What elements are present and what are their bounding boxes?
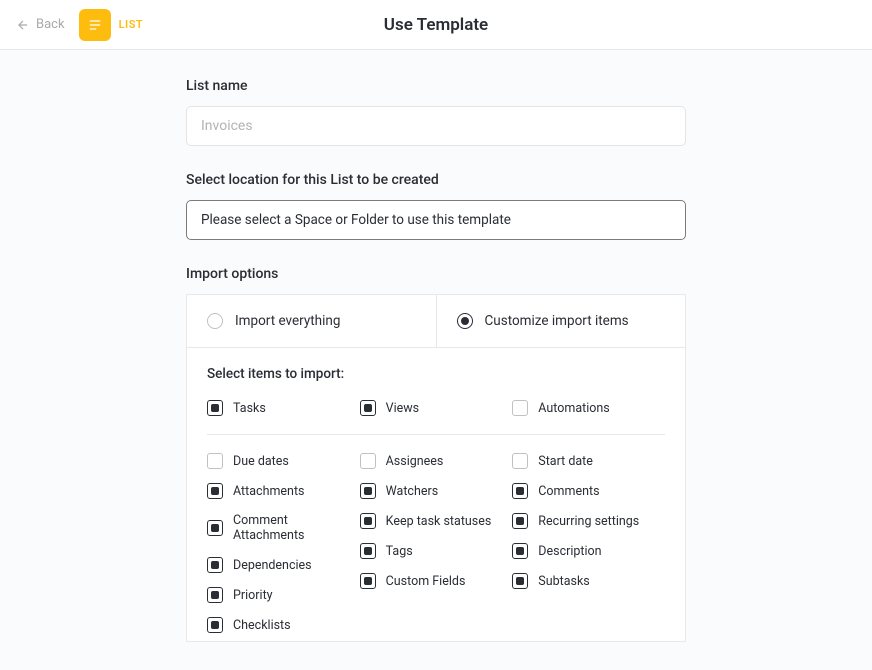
radio-custom-label: Customize import items <box>485 313 629 329</box>
checkbox-attachments[interactable]: Attachments <box>207 483 360 499</box>
items-box: Select items to import: Tasks Views Automa… <box>186 348 686 642</box>
checkbox-box <box>207 400 223 416</box>
checkbox-checklists[interactable]: Checklists <box>207 617 360 633</box>
list-icon <box>87 17 103 33</box>
topbar: Back LIST Use Template <box>0 0 872 50</box>
checkbox-recurring[interactable]: Recurring settings <box>512 513 665 529</box>
checkbox-label: Due dates <box>233 454 289 469</box>
content: List name Select location for this List … <box>186 50 686 670</box>
checkbox-label: Comments <box>538 484 599 499</box>
checkbox-watchers[interactable]: Watchers <box>360 483 513 499</box>
checkbox-box <box>512 453 528 469</box>
checkbox-subtasks[interactable]: Subtasks <box>512 573 665 589</box>
checkbox-box <box>360 513 376 529</box>
checkbox-box <box>512 513 528 529</box>
list-name-input[interactable] <box>186 106 686 146</box>
items-grid: Due dates Attachments Comment Attachments D… <box>207 453 665 633</box>
checkbox-label: Subtasks <box>538 574 589 589</box>
checkbox-label: Tags <box>386 544 413 559</box>
column-a: Due dates Attachments Comment Attachments D… <box>207 453 360 633</box>
checkbox-customfields[interactable]: Custom Fields <box>360 573 513 589</box>
checkbox-box <box>512 573 528 589</box>
checkbox-duedates[interactable]: Due dates <box>207 453 360 469</box>
arrow-left-icon <box>16 18 30 32</box>
back-button[interactable]: Back <box>16 17 65 32</box>
checkbox-label: Attachments <box>233 484 305 499</box>
top-row: Tasks Views Automations <box>207 400 665 435</box>
radio-circle <box>457 313 473 329</box>
checkbox-priority[interactable]: Priority <box>207 587 360 603</box>
badge-text: LIST <box>119 18 144 31</box>
page-title: Use Template <box>384 15 488 35</box>
radio-circle <box>207 313 223 329</box>
checkbox-box <box>207 453 223 469</box>
import-section: Import options Import everything Customi… <box>186 266 686 642</box>
checkbox-label: Start date <box>538 454 593 469</box>
checkbox-label: Watchers <box>386 484 439 499</box>
checkbox-box <box>360 543 376 559</box>
checkbox-comments[interactable]: Comments <box>512 483 665 499</box>
checkbox-tasks[interactable]: Tasks <box>207 400 360 416</box>
location-section: Select location for this List to be crea… <box>186 172 686 240</box>
checkbox-box <box>360 573 376 589</box>
checkbox-box <box>207 483 223 499</box>
list-badge <box>79 9 111 41</box>
badge-wrap: LIST <box>79 9 144 41</box>
checkbox-tags[interactable]: Tags <box>360 543 513 559</box>
checkbox-box <box>360 400 376 416</box>
checkbox-label: Dependencies <box>233 558 312 573</box>
checkbox-label: Checklists <box>233 618 291 633</box>
checkbox-label: Automations <box>538 401 609 416</box>
checkbox-views[interactable]: Views <box>360 400 513 416</box>
checkbox-box <box>512 543 528 559</box>
select-items-label: Select items to import: <box>207 366 665 382</box>
import-label: Import options <box>186 266 686 282</box>
checkbox-label: Keep task statuses <box>386 514 492 529</box>
location-select[interactable]: Please select a Space or Folder to use t… <box>186 200 686 240</box>
checkbox-label: Description <box>538 544 601 559</box>
radio-import-all[interactable]: Import everything <box>187 295 436 347</box>
radio-import-custom[interactable]: Customize import items <box>436 295 686 347</box>
checkbox-label: Priority <box>233 588 273 603</box>
location-label: Select location for this List to be crea… <box>186 172 686 188</box>
checkbox-box <box>360 453 376 469</box>
checkbox-dependencies[interactable]: Dependencies <box>207 557 360 573</box>
checkbox-label: Views <box>386 401 419 416</box>
list-name-label: List name <box>186 78 686 94</box>
checkbox-label: Recurring settings <box>538 514 639 529</box>
checkbox-description[interactable]: Description <box>512 543 665 559</box>
list-name-section: List name <box>186 78 686 146</box>
checkbox-box <box>207 520 223 536</box>
column-b: Assignees Watchers Keep task statuses Tags C… <box>360 453 513 633</box>
checkbox-label: Tasks <box>233 401 266 416</box>
checkbox-startdate[interactable]: Start date <box>512 453 665 469</box>
radio-all-label: Import everything <box>235 313 340 329</box>
checkbox-commentattach[interactable]: Comment Attachments <box>207 513 360 543</box>
checkbox-label: Custom Fields <box>386 574 466 589</box>
checkbox-box <box>360 483 376 499</box>
checkbox-keepstatus[interactable]: Keep task statuses <box>360 513 513 529</box>
checkbox-box <box>512 483 528 499</box>
checkbox-box <box>207 587 223 603</box>
checkbox-box <box>512 400 528 416</box>
import-radios: Import everything Customize import items <box>186 294 686 348</box>
checkbox-box <box>207 557 223 573</box>
column-c: Start date Comments Recurring settings Desc… <box>512 453 665 633</box>
checkbox-label: Comment Attachments <box>233 513 360 543</box>
back-label: Back <box>36 17 65 32</box>
checkbox-label: Assignees <box>386 454 444 469</box>
checkbox-automations[interactable]: Automations <box>512 400 665 416</box>
checkbox-assignees[interactable]: Assignees <box>360 453 513 469</box>
checkbox-box <box>207 617 223 633</box>
